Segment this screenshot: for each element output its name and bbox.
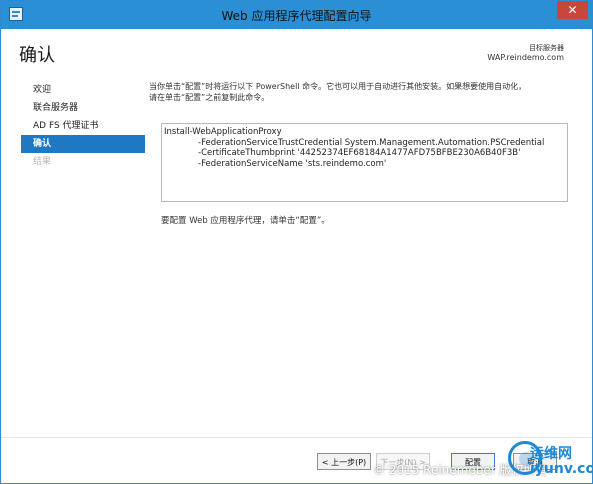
command-line: -FederationServiceTrustCredential System… xyxy=(198,137,545,148)
nav-item-adfs-proxy-certificate[interactable]: AD FS 代理证书 xyxy=(21,117,145,135)
page-title: 确认 xyxy=(19,45,55,66)
window-title: Web 应用程序代理配置向导 xyxy=(221,9,372,23)
nav-item-confirmation[interactable]: 确认 xyxy=(21,135,145,153)
powershell-command-box[interactable]: Install-WebApplicationProxy -FederationS… xyxy=(161,123,568,202)
command-line: -FederationServiceName 'sts.reindemo.com… xyxy=(198,158,387,169)
intro-line-2: 请在单击“配置”之前复制此命令。 xyxy=(149,93,270,102)
target-server-label: 目标服务器 xyxy=(529,44,564,52)
nav-item-federation-server[interactable]: 联合服务器 xyxy=(21,99,145,117)
logo-text-1: 运维网 xyxy=(530,446,572,462)
site-logo: 运维网 iyunv.com xyxy=(508,437,593,484)
target-server-value: WAP.reindemo.com xyxy=(487,53,564,62)
page-header: 确认 目标服务器 WAP.reindemo.com xyxy=(1,29,592,73)
nav-item-results: 结果 xyxy=(33,157,52,167)
configure-prompt: 要配置 Web 应用程序代理，请单击“配置”。 xyxy=(161,216,330,226)
logo-text-2: iyunv.com xyxy=(530,461,593,477)
nav-item-welcome[interactable]: 欢迎 xyxy=(21,81,145,99)
title-bar: Web 应用程序代理配置向导 ✕ xyxy=(1,1,592,29)
wizard-steps-nav: 欢迎 联合服务器 AD FS 代理证书 确认 结果 xyxy=(21,81,145,171)
intro-line-1: 当你单击“配置”时将运行以下 PowerShell 命令。它也可以用于自动进行其… xyxy=(149,82,527,91)
previous-button[interactable]: < 上一步(P) xyxy=(317,453,371,470)
close-button[interactable]: ✕ xyxy=(557,1,588,19)
footer-divider xyxy=(1,437,592,438)
main-content: 当你单击“配置”时将运行以下 PowerShell 命令。它也可以用于自动进行其… xyxy=(149,81,581,226)
command-line: -CertificateThumbprint '44252374EF68184A… xyxy=(198,148,521,158)
intro-text: 当你单击“配置”时将运行以下 PowerShell 命令。它也可以用于自动进行其… xyxy=(149,81,579,103)
wizard-window: Web 应用程序代理配置向导 ✕ 确认 目标服务器 WAP.reindemo.c… xyxy=(0,0,593,484)
command-line: Install-WebApplicationProxy xyxy=(164,127,282,137)
